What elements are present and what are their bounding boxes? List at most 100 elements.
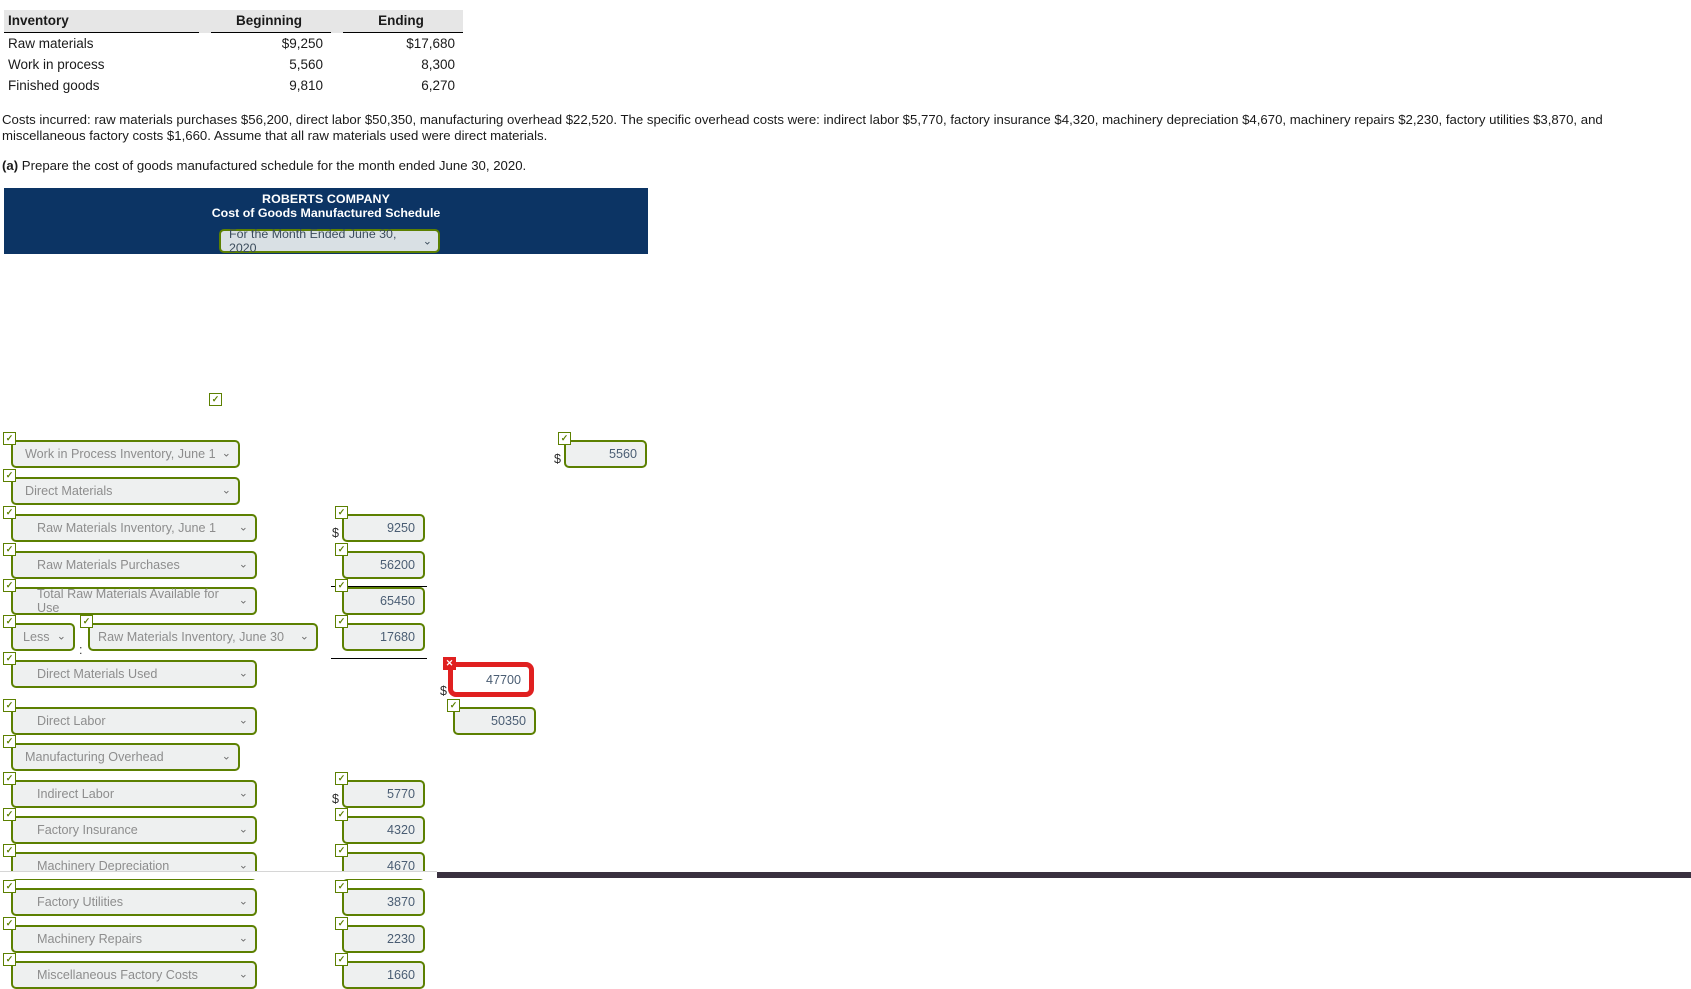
chevron-down-icon: ⌄ bbox=[299, 630, 309, 643]
account-select-row9[interactable]: Indirect Labor ⌄ bbox=[11, 780, 257, 808]
status-badge-row9-correct: ✓ bbox=[3, 772, 16, 785]
account-select-row6[interactable]: Direct Materials Used ⌄ bbox=[11, 660, 257, 688]
row-label: Raw materials bbox=[8, 36, 94, 51]
account-select-row4-value: Total Raw Materials Available for Use bbox=[37, 587, 219, 615]
account-select-row9-value: Indirect Labor bbox=[37, 787, 115, 801]
account-select-row8-value: Manufacturing Overhead bbox=[25, 750, 164, 764]
account-select-row7[interactable]: Direct Labor ⌄ bbox=[11, 707, 257, 735]
table-header-row: Inventory Beginning Ending bbox=[4, 10, 463, 33]
dollar-sign-row0: $ bbox=[554, 452, 561, 466]
amount-input-row2[interactable]: 9250 bbox=[342, 514, 425, 542]
status-badge-amount10-correct: ✓ bbox=[335, 808, 348, 821]
chevron-down-icon: ⌄ bbox=[422, 235, 432, 248]
status-badge-row8-correct: ✓ bbox=[3, 735, 16, 748]
column-header-ending: Ending bbox=[343, 10, 463, 33]
status-badge-amount13-correct: ✓ bbox=[335, 917, 348, 930]
amount-input-row10[interactable]: 4320 bbox=[342, 816, 425, 844]
account-select-row14-value: Miscellaneous Factory Costs bbox=[37, 968, 198, 982]
amount-input-row14-value: 1660 bbox=[386, 968, 415, 982]
amount-input-row0[interactable]: 5560 bbox=[564, 440, 647, 468]
inventory-table: Inventory Beginning Ending Raw materials… bbox=[4, 10, 463, 96]
status-badge-amount4-correct: ✓ bbox=[335, 579, 348, 592]
account-select-row13-value: Machinery Repairs bbox=[37, 932, 142, 946]
status-badge-amount6-incorrect: ✕ bbox=[443, 657, 456, 670]
account-select-row12[interactable]: Factory Utilities ⌄ bbox=[11, 888, 257, 916]
account-select-row0[interactable]: Work in Process Inventory, June 1 ⌄ bbox=[11, 440, 240, 468]
account-select-row2[interactable]: Raw Materials Inventory, June 1 ⌄ bbox=[11, 514, 257, 542]
less-select-row5[interactable]: Less ⌄ bbox=[11, 623, 75, 651]
account-select-row1[interactable]: Direct Materials ⌄ bbox=[11, 477, 240, 505]
row-ending-value: 6,270 bbox=[421, 78, 455, 93]
amount-input-row9[interactable]: 5770 bbox=[342, 780, 425, 808]
table-row: Finished goods 9,810 6,270 bbox=[4, 75, 463, 96]
period-select[interactable]: For the Month Ended June 30, 2020 ⌄ bbox=[219, 227, 440, 255]
amount-input-row12[interactable]: 3870 bbox=[342, 888, 425, 916]
header-gap bbox=[331, 10, 343, 33]
chevron-down-icon: ⌄ bbox=[221, 447, 231, 460]
status-badge-row11-correct: ✓ bbox=[3, 844, 16, 857]
row-label: Finished goods bbox=[8, 78, 100, 93]
column-header-beginning: Beginning bbox=[211, 10, 331, 33]
cell-gap bbox=[331, 33, 343, 55]
cell-gap bbox=[199, 54, 211, 75]
account-select-row3[interactable]: Raw Materials Purchases ⌄ bbox=[11, 551, 257, 579]
amount-input-row5[interactable]: 17680 bbox=[342, 623, 425, 651]
status-badge-row6-correct: ✓ bbox=[3, 652, 16, 665]
scrollbar-thumb[interactable] bbox=[0, 871, 437, 879]
amount-input-row4-value: 65450 bbox=[379, 594, 415, 608]
amount-input-row13-value: 2230 bbox=[386, 932, 415, 946]
cell-gap bbox=[331, 54, 343, 75]
amount-input-row7-value: 50350 bbox=[490, 714, 526, 728]
header-gap bbox=[199, 10, 211, 33]
amount-input-row4[interactable]: 65450 bbox=[342, 587, 425, 615]
row-beginning-value: 9,810 bbox=[289, 78, 323, 93]
chevron-down-icon: ⌄ bbox=[221, 750, 231, 763]
amount-input-row13[interactable]: 2230 bbox=[342, 925, 425, 953]
account-select-row10-value: Factory Insurance bbox=[37, 823, 138, 837]
account-select-row13[interactable]: Machinery Repairs ⌄ bbox=[11, 925, 257, 953]
status-badge-amount14-correct: ✓ bbox=[335, 953, 348, 966]
dollar-sign-row9: $ bbox=[332, 792, 339, 806]
status-badge-amount0-correct: ✓ bbox=[558, 432, 571, 445]
amount-input-row6-value: 47700 bbox=[485, 672, 521, 687]
status-badge-row4-correct: ✓ bbox=[3, 579, 16, 592]
amount-input-row3-value: 56200 bbox=[379, 558, 415, 572]
status-badge-row2-correct: ✓ bbox=[3, 506, 16, 519]
account-select-row1-value: Direct Materials bbox=[25, 484, 113, 498]
account-select-row7-value: Direct Labor bbox=[37, 714, 106, 728]
account-select-row10[interactable]: Factory Insurance ⌄ bbox=[11, 816, 257, 844]
account-select-row14[interactable]: Miscellaneous Factory Costs ⌄ bbox=[11, 961, 257, 989]
status-badge-amount12-correct: ✓ bbox=[335, 880, 348, 893]
question-part-label: (a) bbox=[2, 158, 19, 173]
row-beginning-value: $9,250 bbox=[281, 36, 323, 51]
amount-input-row14[interactable]: 1660 bbox=[342, 961, 425, 989]
status-badge-amount9-correct: ✓ bbox=[335, 772, 348, 785]
account-select-row8[interactable]: Manufacturing Overhead ⌄ bbox=[11, 743, 240, 771]
status-badge-amount7-correct: ✓ bbox=[447, 699, 460, 712]
account-select-row2-value: Raw Materials Inventory, June 1 bbox=[37, 521, 216, 535]
status-badge-row5-correct: ✓ bbox=[80, 615, 93, 628]
account-select-row12-value: Factory Utilities bbox=[37, 895, 124, 909]
less-select-row5-value: Less bbox=[23, 630, 50, 644]
status-badge-amount3-correct: ✓ bbox=[335, 543, 348, 556]
costs-incurred-paragraph: Costs incurred: raw materials purchases … bbox=[2, 112, 1603, 143]
horizontal-scrollbar[interactable] bbox=[0, 871, 1691, 879]
account-select-row4[interactable]: Total Raw Materials Available for Use ⌄ bbox=[11, 587, 257, 615]
amount-input-row7[interactable]: 50350 bbox=[453, 707, 536, 735]
status-badge-row12-correct: ✓ bbox=[3, 880, 16, 893]
amount-input-row10-value: 4320 bbox=[386, 823, 415, 837]
account-select-row5[interactable]: Raw Materials Inventory, June 30 ⌄ bbox=[88, 623, 318, 651]
status-badge-row10-correct: ✓ bbox=[3, 808, 16, 821]
status-badge-amount2-correct: ✓ bbox=[335, 506, 348, 519]
chevron-down-icon: ⌄ bbox=[238, 968, 248, 981]
cell-gap bbox=[199, 33, 211, 55]
row-label: Work in process bbox=[8, 57, 105, 72]
dollar-sign-row2: $ bbox=[332, 526, 339, 540]
account-select-row3-value: Raw Materials Purchases bbox=[37, 558, 180, 572]
amount-input-row3[interactable]: 56200 bbox=[342, 551, 425, 579]
row-ending-value: 8,300 bbox=[421, 57, 455, 72]
question-prompt: (a) Prepare the cost of goods manufactur… bbox=[2, 158, 1689, 174]
status-badge-row0-correct: ✓ bbox=[3, 432, 16, 445]
chevron-down-icon: ⌄ bbox=[238, 667, 248, 680]
amount-input-row6[interactable]: 47700 bbox=[451, 665, 531, 694]
